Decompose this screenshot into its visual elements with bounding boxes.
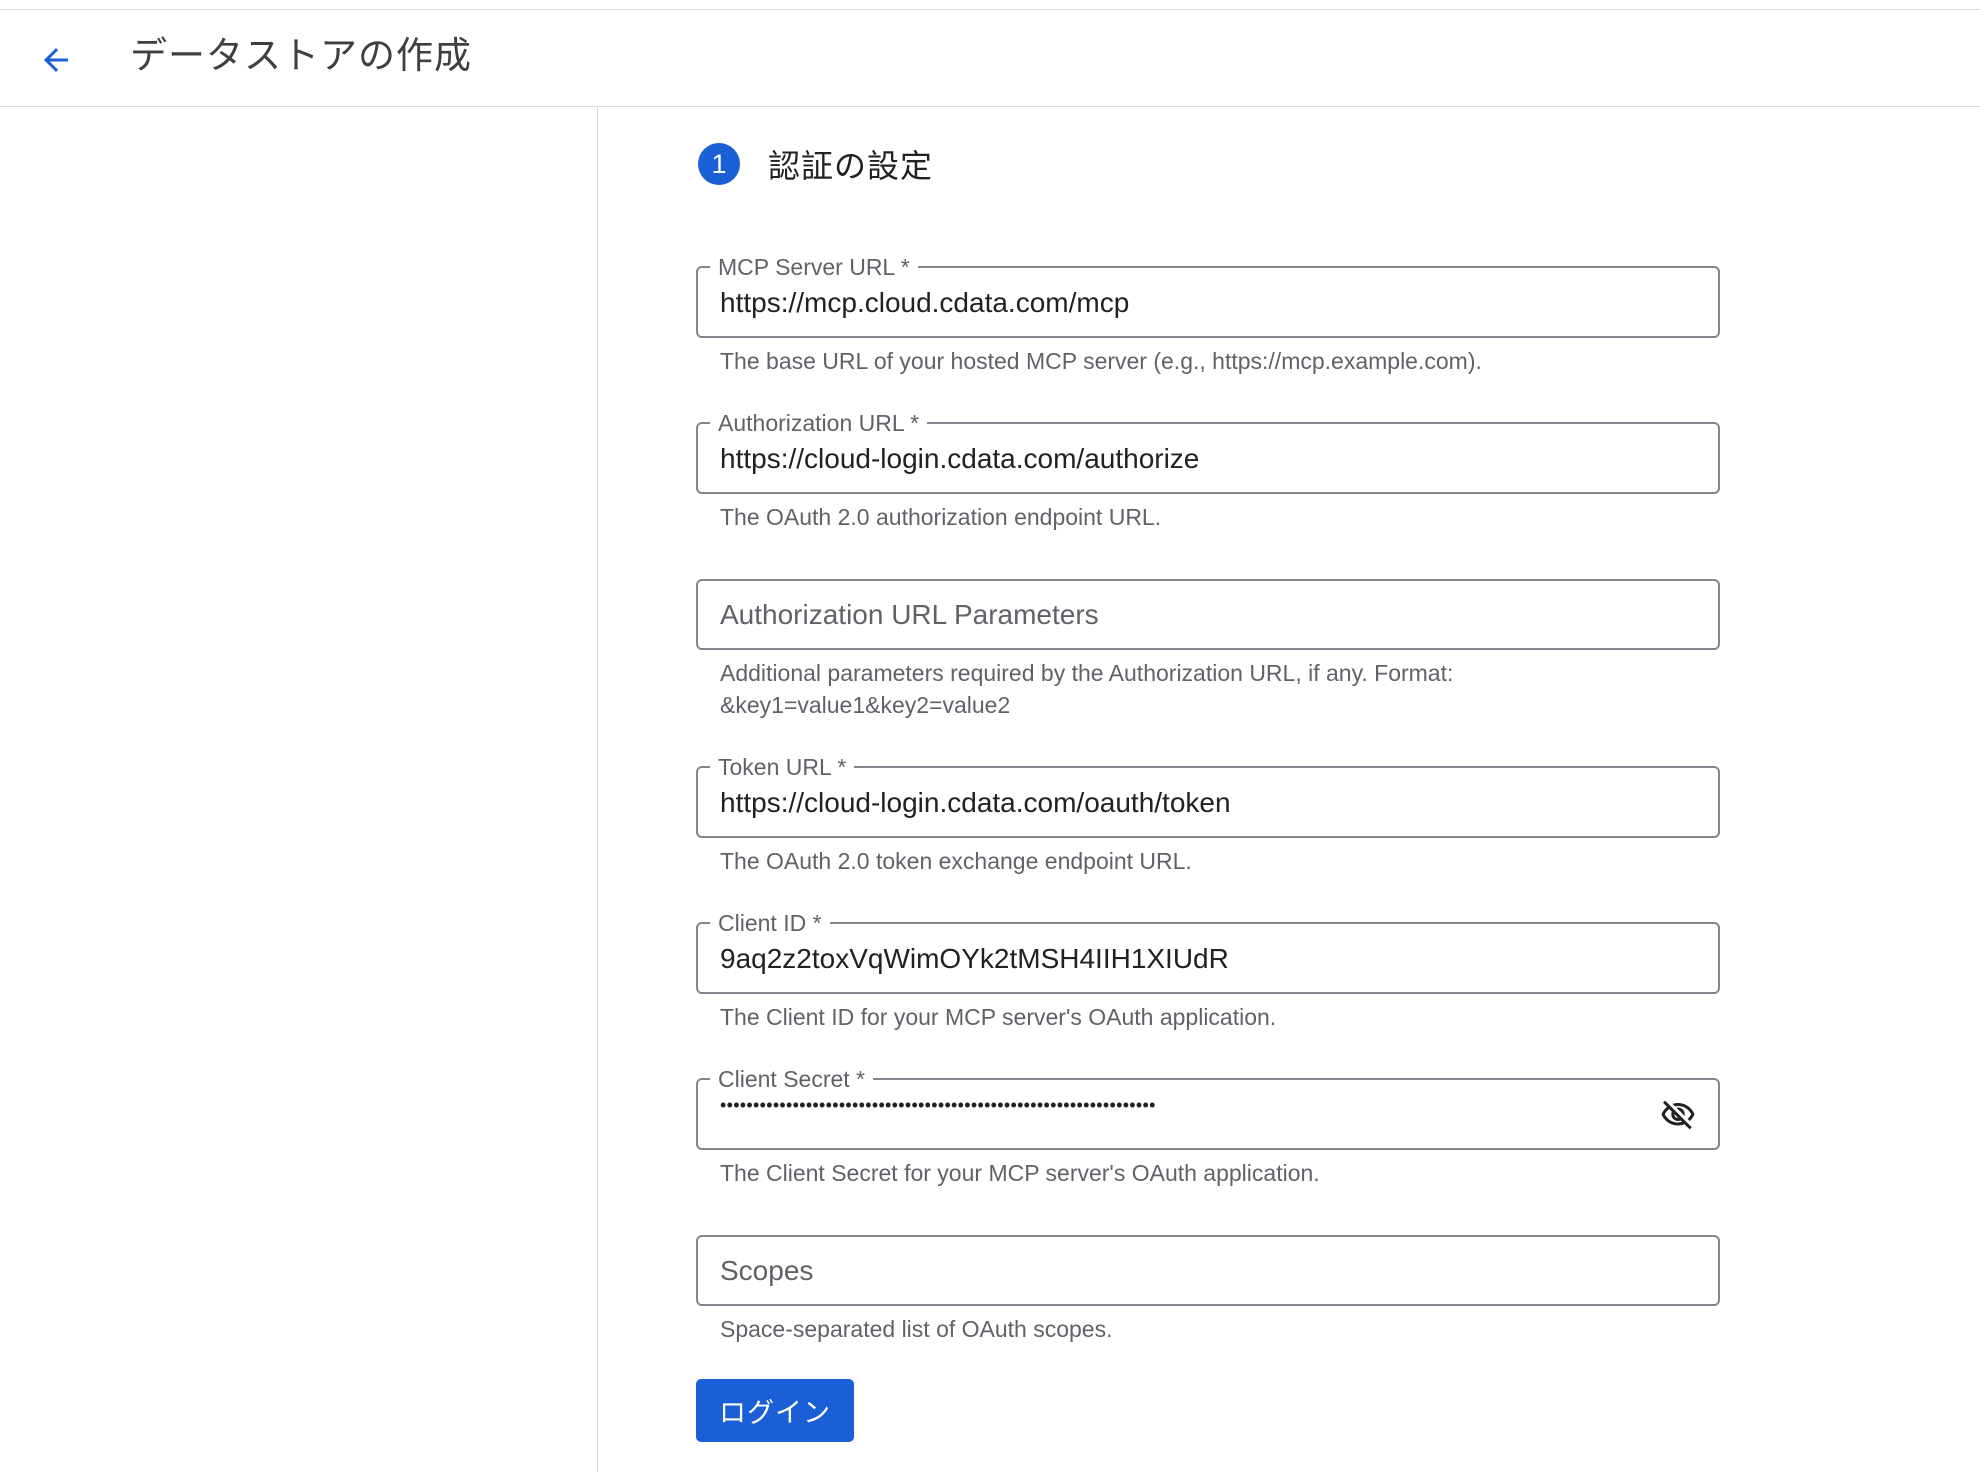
client-id-label: Client ID *	[718, 910, 822, 936]
client-secret-label: Client Secret *	[718, 1066, 866, 1092]
login-button[interactable]: ログイン	[696, 1379, 854, 1442]
authorization-url-parameters-hint: Additional parameters required by the Au…	[720, 657, 1720, 721]
scopes-outline	[696, 1235, 1720, 1306]
client-secret-input[interactable]: ••••••••••••••••••••••••••••••••••••••••…	[720, 1095, 1340, 1116]
authorization-url-parameters-field[interactable]: Authorization URL Parameters	[696, 579, 1720, 650]
visibility-off-icon	[1661, 1100, 1695, 1130]
client-secret-hint: The Client Secret for your MCP server's …	[720, 1160, 1320, 1186]
scopes-input[interactable]: Scopes	[720, 1253, 813, 1289]
client-id-input[interactable]: 9aq2z2toxVqWimOYk2tMSH4IIH1XIUdR	[720, 941, 1229, 977]
toggle-visibility-button[interactable]	[1658, 1095, 1698, 1135]
token-url-field[interactable]: Token URL * https://cloud-login.cdata.co…	[696, 756, 1720, 838]
client-id-hint: The Client ID for your MCP server's OAut…	[720, 1004, 1277, 1030]
left-panel	[0, 107, 598, 1472]
mcp-server-url-input[interactable]: https://mcp.cloud.cdata.com/mcp	[720, 285, 1129, 321]
token-url-hint: The OAuth 2.0 token exchange endpoint UR…	[720, 848, 1192, 874]
top-divider	[0, 0, 1980, 10]
client-id-field[interactable]: Client ID * 9aq2z2toxVqWimOYk2tMSH4IIH1X…	[696, 912, 1720, 994]
scopes-hint: Space-separated list of OAuth scopes.	[720, 1316, 1113, 1342]
client-secret-field[interactable]: Client Secret * ••••••••••••••••••••••••…	[696, 1068, 1720, 1150]
page-title: データストアの作成	[130, 35, 472, 76]
authorization-url-label: Authorization URL *	[718, 410, 920, 436]
authorization-url-field[interactable]: Authorization URL * https://cloud-login.…	[696, 412, 1720, 494]
authorization-url-parameters-hint-line1: Additional parameters required by the Au…	[720, 660, 1454, 686]
scopes-field[interactable]: Scopes	[696, 1235, 1720, 1306]
arrow-back-icon	[44, 48, 68, 72]
authorization-url-hint: The OAuth 2.0 authorization endpoint URL…	[720, 504, 1162, 530]
page-header: データストアの作成	[0, 10, 1980, 107]
step-header: 1 認証の設定	[698, 141, 933, 187]
mcp-server-url-field[interactable]: MCP Server URL * https://mcp.cloud.cdata…	[696, 256, 1720, 338]
step-number-badge: 1	[698, 143, 740, 185]
mcp-server-url-hint: The base URL of your hosted MCP server (…	[720, 348, 1482, 374]
token-url-label: Token URL *	[718, 754, 847, 780]
authorization-url-parameters-input[interactable]: Authorization URL Parameters	[720, 597, 1099, 633]
token-url-input[interactable]: https://cloud-login.cdata.com/oauth/toke…	[720, 785, 1231, 821]
mcp-server-url-label: MCP Server URL *	[718, 254, 910, 280]
authorization-url-parameters-hint-line2: &key1=value1&key2=value2	[720, 692, 1011, 718]
back-button[interactable]	[30, 34, 82, 86]
step-title: 認証の設定	[768, 148, 934, 184]
authorization-url-input[interactable]: https://cloud-login.cdata.com/authorize	[720, 441, 1199, 477]
